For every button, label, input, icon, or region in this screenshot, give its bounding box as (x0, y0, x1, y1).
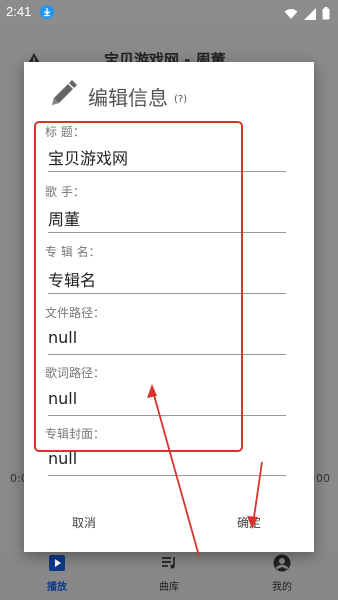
annotation-arrowhead-confirm (247, 516, 258, 529)
annotation-arrow-to-confirm (252, 461, 263, 525)
annotation-arrowhead-fields (147, 384, 157, 398)
annotation-arrow-to-fields (151, 387, 200, 557)
annotation-arrows (147, 384, 263, 557)
